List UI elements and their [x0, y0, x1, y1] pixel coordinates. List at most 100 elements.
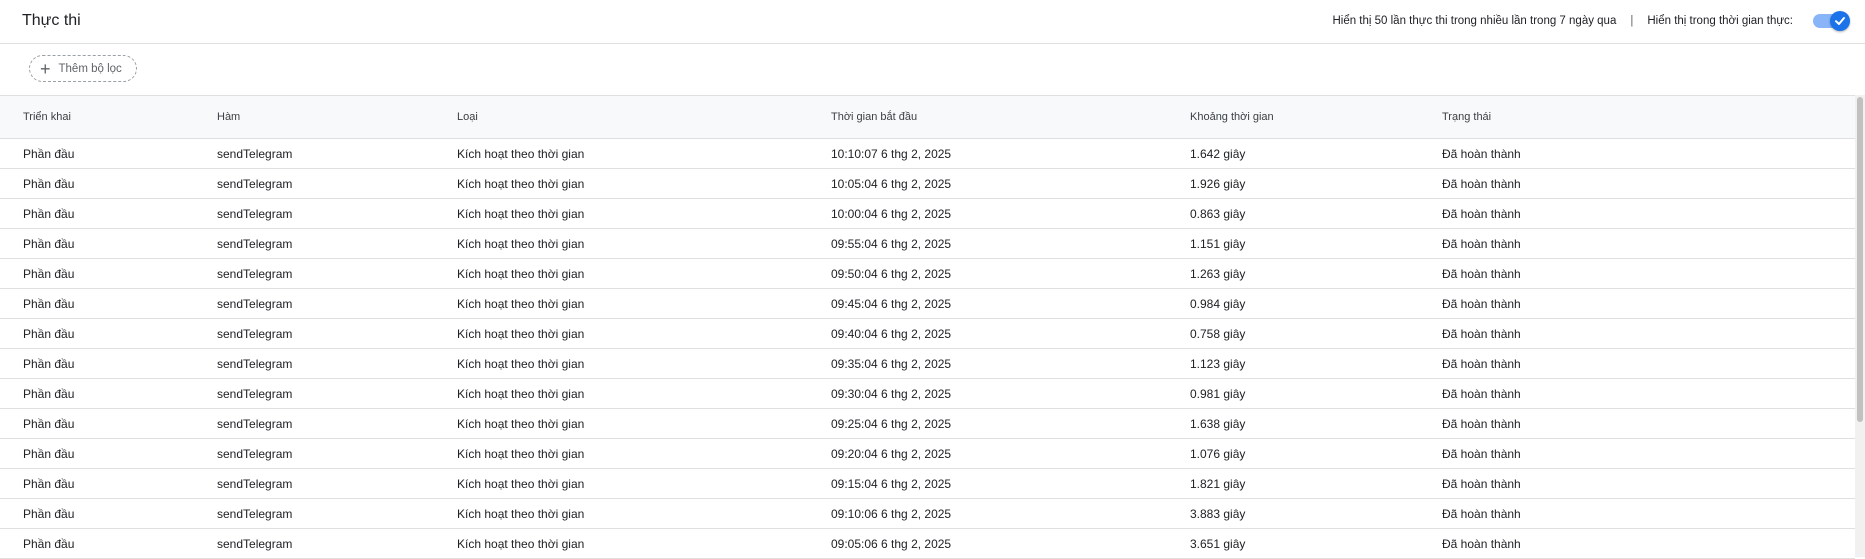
cell-status: Đã hoàn thành: [1442, 387, 1521, 401]
cell-duration: 3.651 giây: [1190, 537, 1246, 551]
cell-function: sendTelegram: [217, 477, 293, 491]
cell-type: Kích hoạt theo thời gian: [457, 357, 585, 371]
add-filter-label: Thêm bộ lọc: [58, 62, 122, 75]
table-scrollbar[interactable]: [1855, 95, 1865, 557]
cell-duration: 1.076 giây: [1190, 447, 1246, 461]
page-title: Thực thi: [22, 12, 81, 29]
cell-deployment: Phần đầu: [23, 447, 75, 461]
column-header-duration[interactable]: Khoảng thời gian: [1190, 111, 1274, 123]
cell-start-time: 09:25:04 6 thg 2, 2025: [831, 417, 952, 431]
cell-duration: 0.863 giây: [1190, 207, 1246, 221]
plus-icon: +: [40, 58, 51, 79]
table-body: Phần đầu sendTelegram Kích hoạt theo thời …: [0, 139, 1855, 559]
cell-status: Đã hoàn thành: [1442, 177, 1521, 191]
cell-status: Đã hoàn thành: [1442, 237, 1521, 251]
cell-status: Đã hoàn thành: [1442, 477, 1521, 491]
cell-start-time: 09:10:06 6 thg 2, 2025: [831, 507, 952, 521]
table-row[interactable]: Phần đầu sendTelegram Kích hoạt theo thời …: [0, 529, 1855, 559]
table-row[interactable]: Phần đầu sendTelegram Kích hoạt theo thời …: [0, 169, 1855, 199]
column-header-function[interactable]: Hàm: [217, 111, 240, 123]
cell-type: Kích hoạt theo thời gian: [457, 387, 585, 401]
column-header-deployment[interactable]: Triển khai: [23, 111, 71, 123]
cell-status: Đã hoàn thành: [1442, 357, 1521, 371]
scrollbar-thumb[interactable]: [1857, 97, 1863, 422]
cell-type: Kích hoạt theo thời gian: [457, 237, 585, 251]
executions-info-text: Hiển thị 50 lần thực thi trong nhiều lần…: [1332, 15, 1617, 27]
cell-function: sendTelegram: [217, 387, 293, 401]
cell-start-time: 09:05:06 6 thg 2, 2025: [831, 537, 952, 551]
cell-status: Đã hoàn thành: [1442, 327, 1521, 341]
table-row[interactable]: Phần đầu sendTelegram Kích hoạt theo thời …: [0, 319, 1855, 349]
cell-function: sendTelegram: [217, 207, 293, 221]
cell-type: Kích hoạt theo thời gian: [457, 417, 585, 431]
cell-function: sendTelegram: [217, 357, 293, 371]
cell-function: sendTelegram: [217, 177, 293, 191]
cell-deployment: Phần đầu: [23, 417, 75, 431]
cell-start-time: 09:50:04 6 thg 2, 2025: [831, 267, 952, 281]
cell-type: Kích hoạt theo thời gian: [457, 297, 585, 311]
cell-duration: 0.984 giây: [1190, 297, 1246, 311]
cell-function: sendTelegram: [217, 327, 293, 341]
cell-deployment: Phần đầu: [23, 477, 75, 491]
cell-start-time: 10:05:04 6 thg 2, 2025: [831, 177, 952, 191]
cell-deployment: Phần đầu: [23, 177, 75, 191]
page-header: Thực thi Hiển thị 50 lần thực thi trong …: [0, 0, 1865, 44]
header-controls: Hiển thị 50 lần thực thi trong nhiều lần…: [1332, 10, 1850, 32]
executions-table: Triển khai Hàm Loại Thời gian bắt đầu Kh…: [0, 95, 1855, 559]
cell-status: Đã hoàn thành: [1442, 537, 1521, 551]
cell-type: Kích hoạt theo thời gian: [457, 507, 585, 521]
realtime-label: Hiển thị trong thời gian thực:: [1647, 15, 1793, 27]
cell-status: Đã hoàn thành: [1442, 297, 1521, 311]
cell-status: Đã hoàn thành: [1442, 507, 1521, 521]
cell-start-time: 09:20:04 6 thg 2, 2025: [831, 447, 952, 461]
table-row[interactable]: Phần đầu sendTelegram Kích hoạt theo thời …: [0, 229, 1855, 259]
cell-deployment: Phần đầu: [23, 207, 75, 221]
cell-duration: 1.642 giây: [1190, 147, 1246, 161]
add-filter-button[interactable]: + Thêm bộ lọc: [29, 55, 137, 82]
table-row[interactable]: Phần đầu sendTelegram Kích hoạt theo thời …: [0, 289, 1855, 319]
table-row[interactable]: Phần đầu sendTelegram Kích hoạt theo thời …: [0, 199, 1855, 229]
cell-deployment: Phần đầu: [23, 537, 75, 551]
check-icon: [1830, 11, 1850, 31]
cell-start-time: 09:45:04 6 thg 2, 2025: [831, 297, 952, 311]
table-row[interactable]: Phần đầu sendTelegram Kích hoạt theo thời …: [0, 139, 1855, 169]
cell-function: sendTelegram: [217, 237, 293, 251]
cell-duration: 1.123 giây: [1190, 357, 1246, 371]
table-row[interactable]: Phần đầu sendTelegram Kích hoạt theo thời …: [0, 349, 1855, 379]
cell-status: Đã hoàn thành: [1442, 417, 1521, 431]
cell-status: Đã hoàn thành: [1442, 447, 1521, 461]
cell-deployment: Phần đầu: [23, 357, 75, 371]
cell-start-time: 09:35:04 6 thg 2, 2025: [831, 357, 952, 371]
cell-function: sendTelegram: [217, 507, 293, 521]
cell-start-time: 09:55:04 6 thg 2, 2025: [831, 237, 952, 251]
cell-function: sendTelegram: [217, 417, 293, 431]
column-header-start-time[interactable]: Thời gian bắt đầu: [831, 111, 917, 123]
table-row[interactable]: Phần đầu sendTelegram Kích hoạt theo thời …: [0, 379, 1855, 409]
table-row[interactable]: Phần đầu sendTelegram Kích hoạt theo thời …: [0, 259, 1855, 289]
cell-deployment: Phần đầu: [23, 297, 75, 311]
table-header: Triển khai Hàm Loại Thời gian bắt đầu Kh…: [0, 95, 1855, 139]
cell-status: Đã hoàn thành: [1442, 267, 1521, 281]
cell-function: sendTelegram: [217, 447, 293, 461]
cell-type: Kích hoạt theo thời gian: [457, 327, 585, 341]
cell-deployment: Phần đầu: [23, 147, 75, 161]
cell-duration: 1.926 giây: [1190, 177, 1246, 191]
cell-type: Kích hoạt theo thời gian: [457, 177, 585, 191]
cell-status: Đã hoàn thành: [1442, 207, 1521, 221]
realtime-toggle[interactable]: [1813, 11, 1850, 31]
cell-deployment: Phần đầu: [23, 267, 75, 281]
cell-type: Kích hoạt theo thời gian: [457, 147, 585, 161]
column-header-status[interactable]: Trạng thái: [1442, 111, 1491, 123]
table-row[interactable]: Phần đầu sendTelegram Kích hoạt theo thời …: [0, 499, 1855, 529]
cell-deployment: Phần đầu: [23, 387, 75, 401]
table-row[interactable]: Phần đầu sendTelegram Kích hoạt theo thời …: [0, 469, 1855, 499]
column-header-type[interactable]: Loại: [457, 111, 478, 123]
table-row[interactable]: Phần đầu sendTelegram Kích hoạt theo thời …: [0, 439, 1855, 469]
cell-function: sendTelegram: [217, 537, 293, 551]
table-row[interactable]: Phần đầu sendTelegram Kích hoạt theo thời …: [0, 409, 1855, 439]
cell-duration: 1.151 giây: [1190, 237, 1246, 251]
cell-type: Kích hoạt theo thời gian: [457, 447, 585, 461]
cell-function: sendTelegram: [217, 297, 293, 311]
cell-duration: 3.883 giây: [1190, 507, 1246, 521]
cell-type: Kích hoạt theo thời gian: [457, 267, 585, 281]
